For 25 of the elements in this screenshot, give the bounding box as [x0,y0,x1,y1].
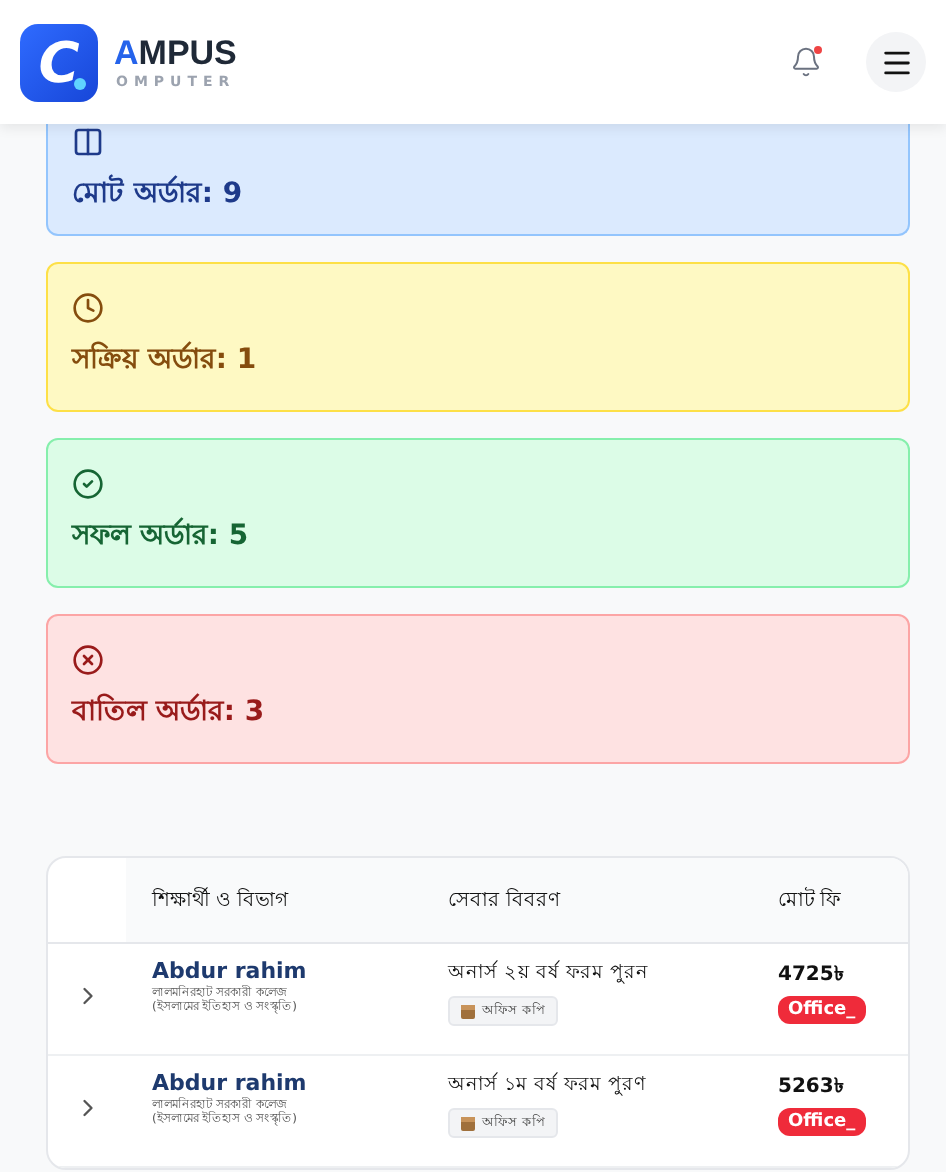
column-header: মোট ফি [752,858,908,942]
x-circle-icon [72,644,104,676]
student-name: Abdur rahim [152,1070,309,1097]
fee-amount: 4725৳ [778,962,846,990]
menu-button[interactable] [866,32,926,92]
check-circle-icon [72,468,104,500]
logo-icon: C [20,23,98,101]
package-icon [460,1003,476,1019]
fee-amount: 5263৳ [778,1074,846,1102]
columns-icon [72,126,104,158]
column-header: শিক্ষার্থী ও বিভাগ [126,858,422,942]
service-name: অনার্স ১ম বর্ষ ফরম পুরণ [448,1070,649,1100]
service-name: অনার্স ২য় বর্ষ ফরম পুরন [448,958,651,988]
brand-name: AMPUS [114,34,237,74]
stat-label: সক্রিয় অর্ডার: 1 [72,339,259,380]
status-badge: Office_ [778,1108,866,1136]
stat-label: মোট অর্ডার: 9 [72,172,245,214]
package-icon [460,1115,476,1131]
stat-label: বাতিল অর্ডার: 3 [72,691,267,732]
status-badge: Office_ [778,996,866,1024]
student-name: Abdur rahim [152,958,309,985]
notification-bell-icon[interactable] [790,46,822,78]
clock-icon [72,292,104,324]
column-header: সেবার বিবরণ [422,858,752,942]
stat-label: সফল অর্ডার: 5 [72,515,251,556]
